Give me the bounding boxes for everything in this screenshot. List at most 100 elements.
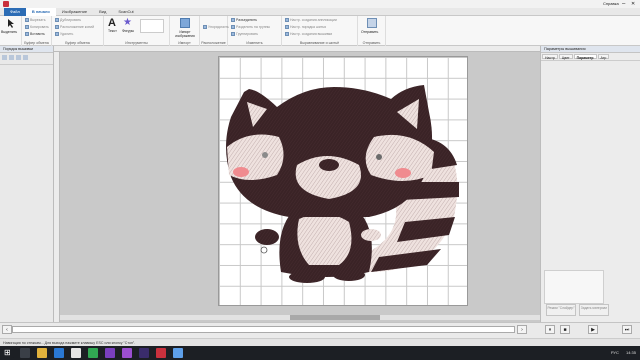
pause-icon[interactable]: ⏸ [545,325,555,334]
tab-file[interactable]: Файл [4,7,26,16]
taskbar-app-icon[interactable] [122,348,132,358]
taskbar-app-icon[interactable] [105,348,115,358]
help-label[interactable]: Справка [603,1,619,6]
taskbar-app-icon[interactable] [71,348,81,358]
cut-button[interactable]: Вырезать [25,18,46,22]
embroidery-settings-button[interactable]: Настр. создания вышивки [285,32,332,36]
play-icon[interactable]: ▶ [588,325,598,334]
tab-scancut[interactable]: ScanCut [112,8,139,16]
shapes-icon[interactable]: ★ [123,18,133,28]
group-import-label: Импорт [178,41,191,45]
text-label: Текст [108,29,117,33]
group-send: Отправить Отправить [358,16,386,46]
browser-icon[interactable] [88,348,98,358]
shapes-label: Фигуры [122,29,135,33]
group-clipboard-label: Буфер обмена [24,41,49,45]
horizontal-ruler [54,46,540,52]
group-edit-label: Изменить [246,41,263,45]
tab-image[interactable]: Изображение [56,8,93,16]
clock[interactable]: 14:35 [626,350,636,355]
raccoon-design[interactable] [219,57,469,307]
sew-order-title: Порядок вышивки [0,46,53,53]
taskbar-app-icon[interactable] [173,348,183,358]
group-arrange-label: Расположение [201,41,226,45]
set-material-button[interactable]: Задать материал [579,304,609,316]
group-import: Импорт изображения Импорт [170,16,200,46]
group-button[interactable]: Группировать [231,32,258,36]
tab-color[interactable]: Цвет [558,54,573,60]
close-icon[interactable]: ✕ [631,0,635,8]
back-icon[interactable]: ‹ [2,325,12,334]
start-icon[interactable]: ⊞ [4,348,14,358]
group-send-label: Отправить [362,41,381,45]
group-stitch: Настр. создания аппликации Настр. порядк… [282,16,358,46]
arrange-copies-button[interactable]: Расположение копий [55,25,94,29]
forward-icon[interactable]: › [517,325,527,334]
sew-order-settings-button[interactable]: Настр. порядка шитья [285,25,326,29]
delete-button[interactable]: Удалить [55,32,73,36]
ribbon-tabs: Файл В начало Изображение Вид ScanCut [0,7,640,16]
group-tools-label: Инструменты [125,41,148,45]
language-indicator[interactable]: РУС [611,350,619,355]
tool-icon[interactable] [2,55,7,60]
next-icon[interactable]: ⏭ [622,325,632,334]
tab-params[interactable]: Параметр [573,54,597,60]
duplicate-button[interactable]: Дублировать [55,18,81,22]
copy-button[interactable]: Копировать [25,25,49,29]
arrange-button[interactable]: Упорядочить [203,25,229,29]
import-label: Импорт изображения [175,30,195,38]
minimize-icon[interactable]: – [622,0,625,8]
ungroup-button[interactable]: Разъединить [231,18,257,22]
embroidery-params-panel: Параметры вышивания Настр Цвет Параметр … [540,46,640,322]
group-clipboard2-label: Буфер обмена [65,41,90,45]
params-title: Параметры вышивания [541,46,640,53]
import-icon[interactable] [180,18,190,28]
group-clipboard: Вырезать Копировать Вставить Буфер обмен… [22,16,52,46]
taskbar-app-icon[interactable] [20,348,30,358]
taskbar-app-icon[interactable] [54,348,64,358]
taskbar-app-icon[interactable] [139,348,149,358]
text-icon[interactable]: A [108,18,118,29]
send-label: Отправить [361,30,379,34]
status-bar: Навигация по стежкам... Для выхода нажми… [0,338,640,346]
group-select: Выделить [0,16,22,46]
slider-mode-button[interactable]: Режим "Слайдер" [546,304,576,316]
ribbon: Выделить Вырезать Копировать Вставить Бу… [0,16,640,46]
applique-settings-button[interactable]: Настр. создания аппликации [285,18,337,22]
vertical-ruler [54,52,60,322]
select-label: Выделить [1,30,18,34]
split-groups-button[interactable]: Разделить на группы [231,25,270,29]
send-icon[interactable] [367,18,377,28]
group-stitch-label: Выравнивание и шитьё [299,41,340,45]
taskbar: ⊞ РУС 14:35 [0,346,640,360]
group-arrange: Упорядочить Расположение [200,16,229,46]
group-clipboard2: Дублировать Расположение копий Удалить Б… [52,16,104,46]
app-logo-icon [3,1,9,7]
sew-order-panel: Порядок вышивки [0,46,54,322]
raccoon-body [255,207,381,283]
tool-icon[interactable] [23,55,28,60]
tool-icon[interactable] [16,55,21,60]
folder-icon[interactable] [37,348,47,358]
system-tray: РУС 14:35 [611,346,636,360]
design-page[interactable] [218,56,468,306]
tab-home[interactable]: В начало [25,7,56,16]
tool-icon[interactable] [9,55,14,60]
tools-palette[interactable] [140,19,164,33]
pe-design-icon[interactable] [156,348,166,358]
stitch-slider[interactable] [12,326,515,333]
group-tools: A Текст ★ Фигуры Инструменты [104,16,170,46]
stitch-preview [544,270,604,304]
params-tabs: Настр Цвет Параметр Атр [541,53,640,61]
paste-button[interactable]: Вставить [25,32,45,36]
tab-attributes[interactable]: Атр [597,54,610,60]
select-icon[interactable] [6,18,16,28]
group-edit: Разъединить Разделить на группы Группиро… [228,16,282,46]
tab-view[interactable]: Вид [93,8,112,16]
sew-order-toolbar [0,53,53,65]
raccoon-head [226,85,434,217]
scrollbar-thumb[interactable] [290,315,380,320]
stop-icon[interactable]: ■ [560,325,570,334]
tab-settings[interactable]: Настр [542,54,558,60]
stitch-cursor-icon [260,246,268,254]
